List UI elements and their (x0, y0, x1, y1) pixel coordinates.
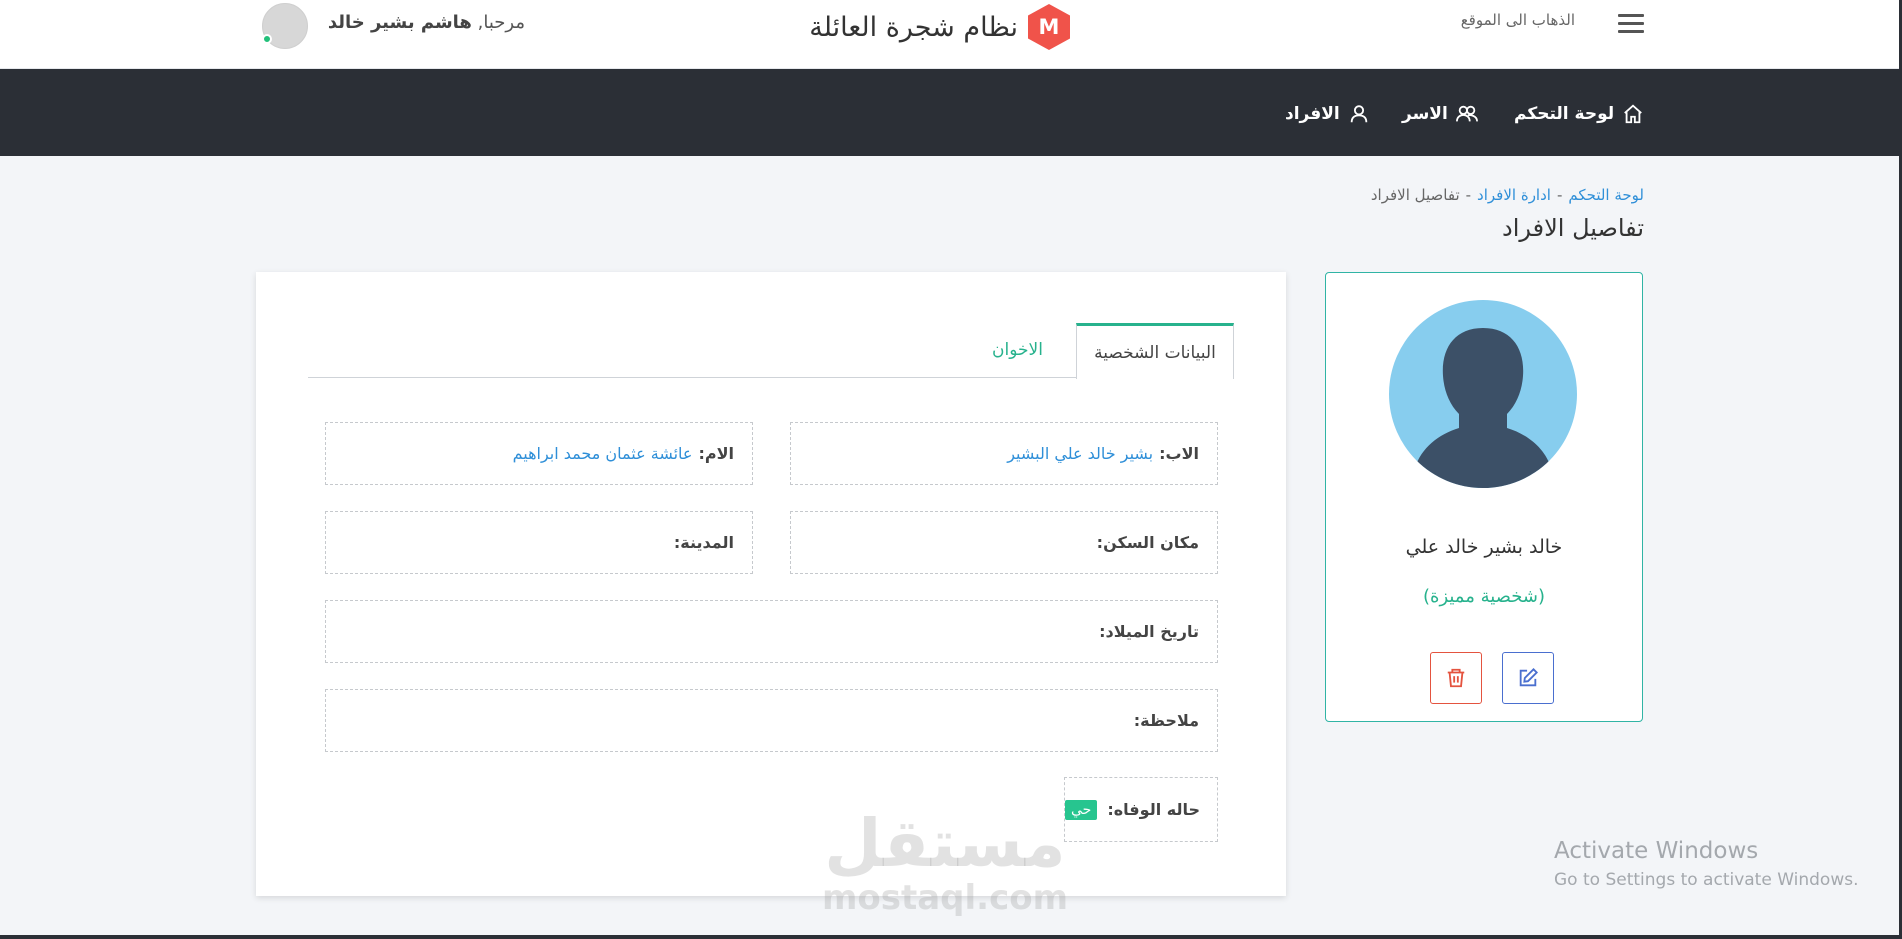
details-card: البيانات الشخصية الاخوان الاب: بشير خالد… (256, 272, 1286, 896)
nav-item-label: الافراد (1285, 104, 1340, 124)
user-icon (1350, 105, 1367, 123)
menu-icon[interactable] (1618, 14, 1644, 36)
nav-item-families[interactable]: الاسر (1402, 101, 1478, 127)
goto-site-link[interactable]: الذهاب الى الموقع (1455, 11, 1575, 29)
father-link[interactable]: بشير خالد علي البشير (1007, 444, 1153, 463)
breadcrumb: لوحة التحكم-ادارة الافراد-تفاصيل الافراد (1200, 186, 1644, 204)
city-label: المدينة: (673, 533, 734, 552)
delete-button[interactable] (1430, 652, 1482, 704)
home-icon (1624, 104, 1642, 124)
online-status-dot (262, 34, 272, 44)
birth-date-field: تاريخ الميلاد: (325, 600, 1218, 663)
profile-name: خالد بشير خالد علي (1405, 536, 1563, 558)
activate-windows-title: Activate Windows (1554, 838, 1759, 864)
user-greeting: مرحبا, هاشم بشير خالد (320, 12, 525, 33)
profile-tag: (شخصية مميزة) (1422, 586, 1546, 607)
nav-item-label: لوحة التحكم (1514, 104, 1615, 124)
death-status-label: حاله الوفاه: (1107, 800, 1200, 819)
logo-icon: M (1028, 4, 1070, 50)
father-label: الاب: (1159, 444, 1199, 463)
profile-avatar (1389, 300, 1577, 488)
tab-siblings[interactable]: الاخوان (992, 340, 1043, 360)
person-silhouette-icon (1415, 328, 1551, 488)
father-field: الاب: بشير خالد علي البشير (790, 422, 1218, 485)
top-header: الذهاب الى الموقع M نظام شجرة العائلة مر… (0, 0, 1899, 69)
residence-field: مكان السكن: (790, 511, 1218, 574)
tab-personal-data[interactable]: البيانات الشخصية (1076, 323, 1234, 379)
greeting-prefix: مرحبا, (477, 12, 525, 33)
note-label: ملاحظة: (1133, 711, 1199, 730)
city-field: المدينة: (325, 511, 753, 574)
trash-icon (1447, 668, 1465, 688)
user-name[interactable]: هاشم بشير خالد (328, 12, 472, 33)
mother-field: الام: عائشة عثمان محمد ابراهيم (325, 422, 753, 485)
profile-card: خالد بشير خالد علي (شخصية مميزة) (1325, 272, 1643, 722)
mother-link[interactable]: عائشة عثمان محمد ابراهيم (513, 444, 693, 463)
birth-date-label: تاريخ الميلاد: (1099, 622, 1199, 641)
activate-windows-subtitle: Go to Settings to activate Windows. (1554, 870, 1859, 890)
main-nav: لوحة التحكم الاسر الافراد (0, 69, 1899, 156)
edit-icon (1519, 667, 1539, 687)
death-status-field: حاله الوفاه: حي (1064, 777, 1218, 842)
breadcrumb-dashboard[interactable]: لوحة التحكم (1568, 186, 1644, 204)
watermark-latin: mostaql.com (821, 878, 1069, 918)
residence-label: مكان السكن: (1096, 533, 1199, 552)
mother-label: الام: (698, 444, 734, 463)
page-title: تفاصيل الافراد (1502, 214, 1644, 242)
bottom-border (0, 935, 1902, 939)
watermark-arabic: مستقل (824, 805, 1067, 882)
breadcrumb-separator: - (1465, 186, 1472, 204)
note-field: ملاحظة: (325, 689, 1218, 752)
app-title: نظام شجرة العائلة (809, 11, 1018, 43)
users-icon (1455, 105, 1478, 122)
nav-item-members[interactable]: الافراد (1285, 101, 1370, 127)
breadcrumb-separator: - (1556, 186, 1563, 204)
breadcrumb-current: تفاصيل الافراد (1370, 186, 1460, 204)
edit-button[interactable] (1502, 652, 1554, 704)
nav-item-label: الاسر (1402, 104, 1448, 124)
breadcrumb-members-management[interactable]: ادارة الافراد (1477, 186, 1551, 204)
logo[interactable]: M نظام شجرة العائلة (790, 4, 1070, 50)
nav-item-dashboard[interactable]: لوحة التحكم (1514, 101, 1644, 127)
